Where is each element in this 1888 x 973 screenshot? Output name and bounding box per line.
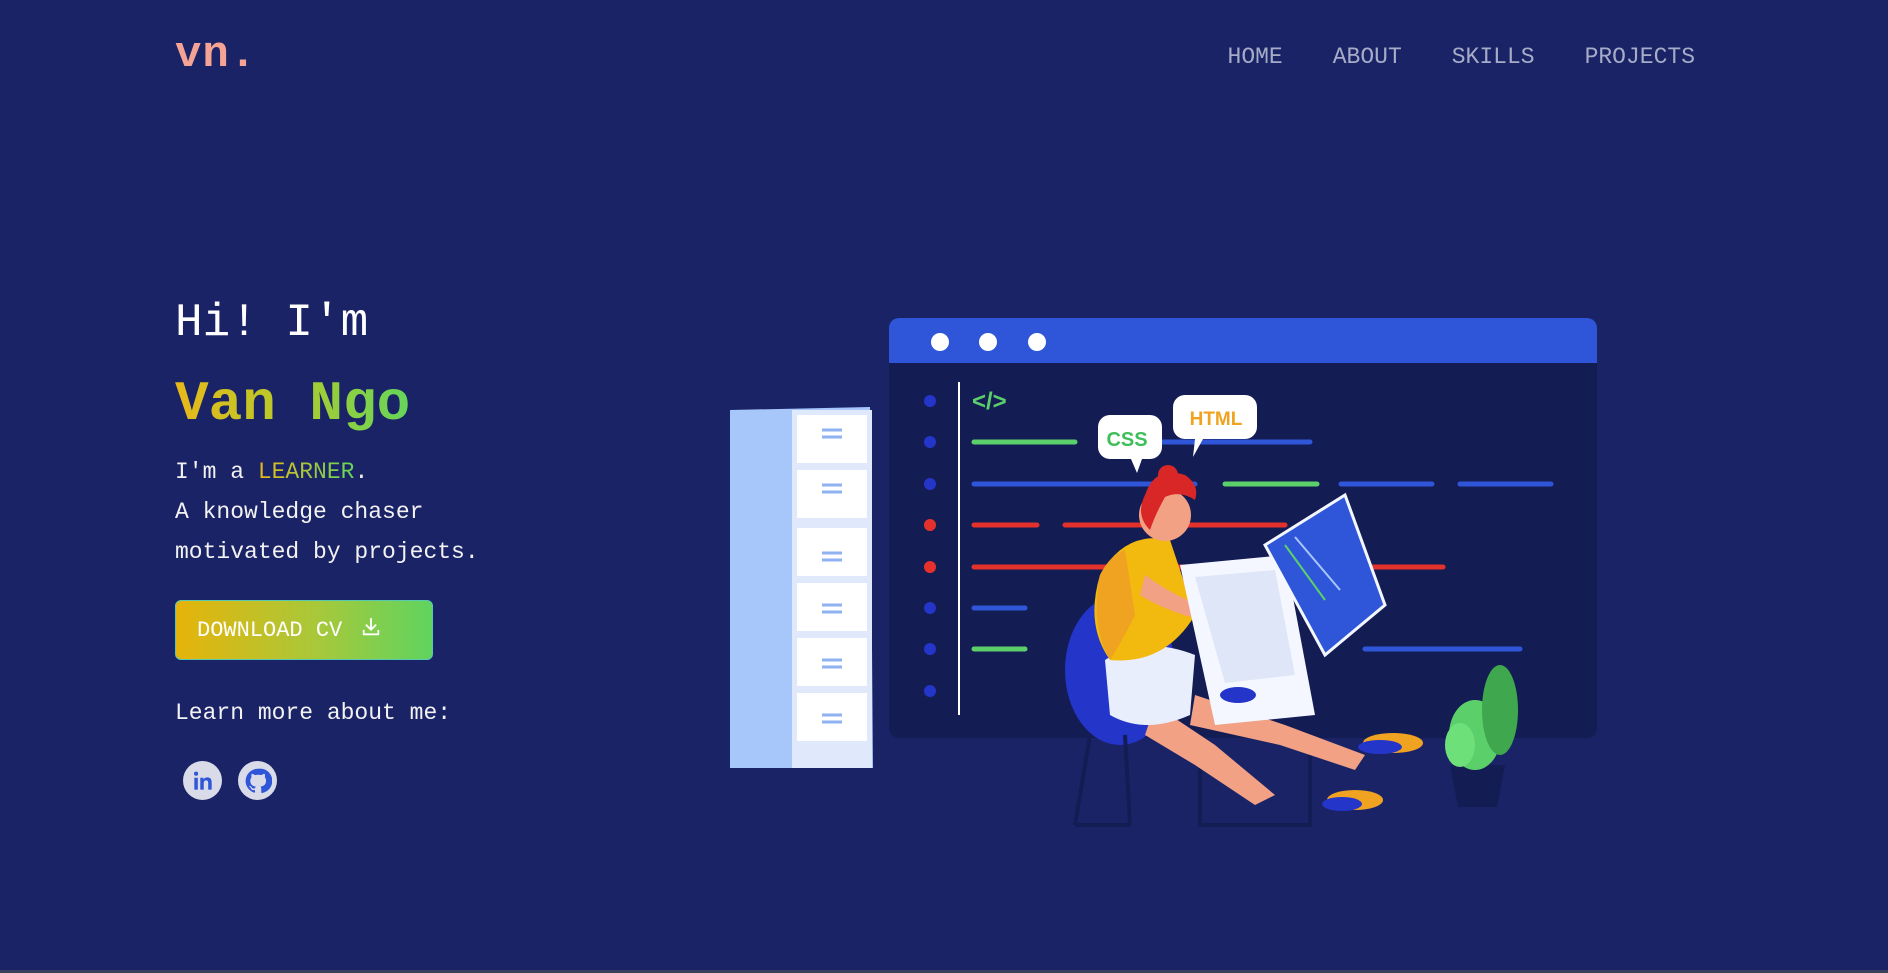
filing-cabinet <box>730 407 873 768</box>
nav-skills[interactable]: SKILLS <box>1452 44 1535 70</box>
hero-name: Van Ngo <box>175 372 411 436</box>
role-highlight: LEARNER <box>257 459 355 485</box>
bio-line-2: A knowledge chaser <box>175 499 424 525</box>
nav-home[interactable]: HOME <box>1228 44 1283 70</box>
code-tag-text: </> <box>972 388 1007 415</box>
bio-line-3: motivated by projects. <box>175 539 479 565</box>
download-cv-button[interactable]: DOWNLOAD CV <box>175 600 433 660</box>
bio-period: . <box>354 459 369 485</box>
nav-links: HOME ABOUT SKILLS PROJECTS <box>1228 44 1695 70</box>
developer-illustration: </> CSS HTML <box>730 318 1597 827</box>
greeting: Hi! I'm <box>175 297 369 349</box>
logo[interactable]: vn. <box>175 30 257 80</box>
download-icon <box>360 616 382 645</box>
github-icon[interactable] <box>238 761 277 800</box>
bio-line-1: I'm a LEARNER. <box>175 452 775 492</box>
linkedin-icon[interactable] <box>183 761 222 800</box>
learn-more-text: Learn more about me: <box>175 700 452 726</box>
download-cv-label: DOWNLOAD CV <box>197 617 343 643</box>
bio-prefix: I'm a <box>175 459 258 485</box>
social-links <box>175 761 775 800</box>
nav-projects[interactable]: PROJECTS <box>1585 44 1695 70</box>
bio: I'm a LEARNER. A knowledge chaser motiva… <box>175 452 775 572</box>
css-bubble-text: CSS <box>1106 429 1147 451</box>
html-bubble-text: HTML <box>1190 409 1243 430</box>
nav-about[interactable]: ABOUT <box>1333 44 1402 70</box>
hero-section: Hi! I'm Van Ngo I'm a LEARNER. A knowled… <box>175 300 775 800</box>
navbar: vn. HOME ABOUT SKILLS PROJECTS <box>0 0 1888 115</box>
